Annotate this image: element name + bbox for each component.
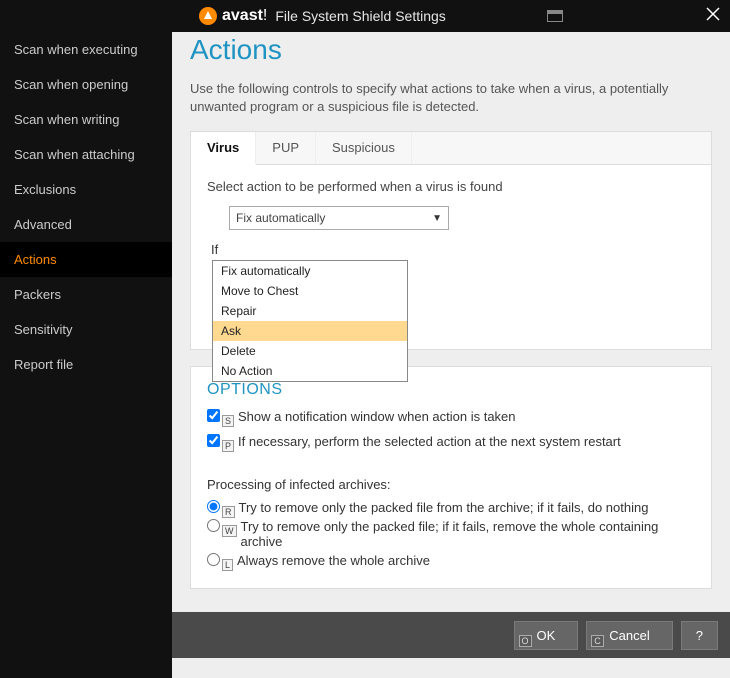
action-option-noaction[interactable]: No Action bbox=[213, 361, 407, 381]
sidebar-item-label: Packers bbox=[14, 287, 61, 302]
app-logo: avast! File System Shield Settings bbox=[198, 6, 446, 26]
sidebar-item-advanced[interactable]: Advanced bbox=[0, 207, 172, 242]
cancel-button[interactable]: C Cancel bbox=[586, 621, 672, 650]
mnemonic-hint: O bbox=[519, 635, 532, 647]
button-label: Cancel bbox=[609, 628, 649, 643]
brand-text: avast bbox=[222, 7, 263, 25]
content-area: Actions Use the following controls to sp… bbox=[172, 32, 730, 678]
button-label: ? bbox=[696, 628, 703, 643]
sidebar-item-label: Report file bbox=[14, 357, 73, 372]
sidebar-item-scan-attaching[interactable]: Scan when attaching bbox=[0, 137, 172, 172]
action-select-dropdown[interactable]: Fix automatically Move to Chest Repair A… bbox=[212, 260, 408, 382]
footer-bar: O OK C Cancel ? bbox=[172, 612, 730, 658]
settings-window: avast! File System Shield Settings Scan … bbox=[0, 0, 730, 678]
checkbox-label: If necessary, perform the selected actio… bbox=[238, 434, 621, 449]
fallback-label: If bbox=[211, 242, 695, 257]
tab-suspicious[interactable]: Suspicious bbox=[316, 132, 412, 164]
window-title: File System Shield Settings bbox=[275, 8, 445, 24]
chevron-down-icon: ▼ bbox=[432, 213, 442, 224]
checkbox-show-notification[interactable] bbox=[207, 409, 220, 422]
sidebar-item-exclusions[interactable]: Exclusions bbox=[0, 172, 172, 207]
archives-heading: Processing of infected archives: bbox=[207, 477, 695, 492]
radio-archive-remove-whole[interactable] bbox=[207, 519, 220, 532]
action-select[interactable]: Fix automatically ▼ bbox=[229, 206, 449, 230]
option-label: Ask bbox=[221, 324, 241, 338]
option-label: Fix automatically bbox=[221, 264, 310, 278]
sidebar-item-label: Exclusions bbox=[14, 182, 76, 197]
tab-label: Virus bbox=[207, 140, 239, 155]
tab-label: PUP bbox=[272, 140, 299, 155]
window-indicator-icon bbox=[547, 10, 563, 22]
option-label: Move to Chest bbox=[221, 284, 298, 298]
sidebar-item-actions[interactable]: Actions bbox=[0, 242, 172, 277]
close-icon bbox=[704, 5, 722, 23]
sidebar-item-scan-opening[interactable]: Scan when opening bbox=[0, 67, 172, 102]
help-button[interactable]: ? bbox=[681, 621, 718, 650]
action-select-value: Fix automatically bbox=[236, 211, 325, 225]
title-bar: avast! File System Shield Settings bbox=[0, 0, 730, 32]
tab-label: Suspicious bbox=[332, 140, 395, 155]
radio-label: Try to remove only the packed file; if i… bbox=[241, 519, 696, 549]
brand-bang: ! bbox=[263, 7, 267, 25]
sidebar-item-report-file[interactable]: Report file bbox=[0, 347, 172, 382]
page-title: Actions bbox=[190, 34, 712, 66]
radio-archive-always-remove[interactable] bbox=[207, 553, 220, 566]
checkbox-label: Show a notification window when action i… bbox=[238, 409, 516, 424]
mnemonic-hint: L bbox=[222, 559, 233, 571]
sidebar-item-label: Scan when executing bbox=[14, 42, 138, 57]
radio-archive-nothing[interactable] bbox=[207, 500, 220, 513]
mnemonic-hint: P bbox=[222, 440, 234, 452]
mnemonic-hint: W bbox=[222, 525, 237, 537]
sidebar-item-label: Scan when writing bbox=[14, 112, 120, 127]
sidebar-item-label: Scan when opening bbox=[14, 77, 128, 92]
sidebar-item-label: Advanced bbox=[14, 217, 72, 232]
option-label: Delete bbox=[221, 344, 256, 358]
sidebar-item-label: Sensitivity bbox=[14, 322, 73, 337]
action-option-repair[interactable]: Repair bbox=[213, 301, 407, 321]
action-option-delete[interactable]: Delete bbox=[213, 341, 407, 361]
avast-logo-icon bbox=[198, 6, 218, 26]
mnemonic-hint: R bbox=[222, 506, 235, 518]
action-option-chest[interactable]: Move to Chest bbox=[213, 281, 407, 301]
radio-label: Always remove the whole archive bbox=[237, 553, 430, 568]
sidebar-item-label: Actions bbox=[14, 252, 57, 267]
close-button[interactable] bbox=[704, 3, 722, 29]
sidebar-item-packers[interactable]: Packers bbox=[0, 277, 172, 312]
mnemonic-hint: C bbox=[591, 635, 604, 647]
body: Scan when executing Scan when opening Sc… bbox=[0, 32, 730, 678]
tab-instruction: Select action to be performed when a vir… bbox=[207, 179, 695, 194]
option-label: No Action bbox=[221, 364, 272, 378]
tab-virus[interactable]: Virus bbox=[191, 132, 256, 165]
sidebar-item-label: Scan when attaching bbox=[14, 147, 135, 162]
sidebar: Scan when executing Scan when opening Sc… bbox=[0, 32, 172, 678]
sidebar-item-sensitivity[interactable]: Sensitivity bbox=[0, 312, 172, 347]
options-title: OPTIONS bbox=[207, 381, 695, 399]
radio-label: Try to remove only the packed file from … bbox=[239, 500, 649, 515]
options-panel: OPTIONS S Show a notification window whe… bbox=[190, 366, 712, 589]
checkbox-restart-action[interactable] bbox=[207, 434, 220, 447]
action-option-fix[interactable]: Fix automatically bbox=[213, 261, 407, 281]
action-option-ask[interactable]: Ask bbox=[213, 321, 407, 341]
mnemonic-hint: S bbox=[222, 415, 234, 427]
sidebar-item-scan-executing[interactable]: Scan when executing bbox=[0, 32, 172, 67]
button-label: OK bbox=[537, 628, 556, 643]
ok-button[interactable]: O OK bbox=[514, 621, 579, 650]
page-description: Use the following controls to specify wh… bbox=[190, 80, 712, 115]
tab-pup[interactable]: PUP bbox=[256, 132, 316, 164]
threat-tabs: Virus PUP Suspicious bbox=[191, 132, 711, 165]
sidebar-item-scan-writing[interactable]: Scan when writing bbox=[0, 102, 172, 137]
option-label: Repair bbox=[221, 304, 256, 318]
